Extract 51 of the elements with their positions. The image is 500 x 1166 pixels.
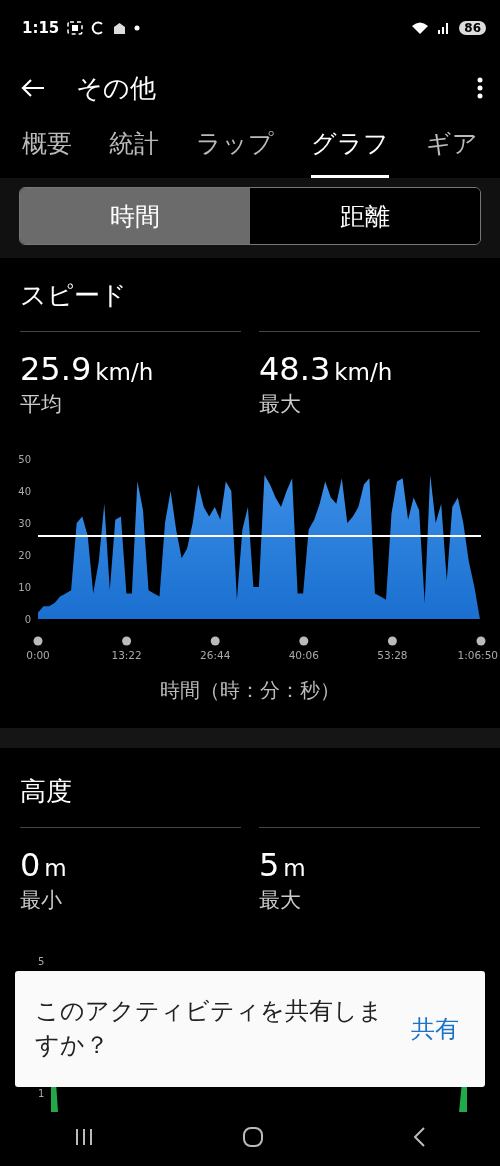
section-title: 高度 bbox=[20, 775, 73, 808]
y-tick-label: 50 bbox=[18, 454, 31, 465]
screenshot-icon bbox=[67, 21, 84, 35]
stat-label: 最大 bbox=[259, 887, 302, 914]
stat-value: 25.9 bbox=[20, 350, 92, 388]
tick-dot bbox=[476, 636, 486, 646]
tick-dot bbox=[33, 636, 43, 646]
stat-unit: km/h bbox=[95, 359, 154, 385]
tick-dot bbox=[122, 636, 132, 646]
share-button[interactable]: 共有 bbox=[405, 1012, 465, 1046]
tick-dot bbox=[299, 636, 309, 646]
stat-label: 最小 bbox=[20, 887, 63, 914]
axis-title: 時間（時：分：秒） bbox=[159, 677, 341, 704]
x-tick-label: 0:00 bbox=[26, 649, 50, 661]
more-menu-button[interactable] bbox=[476, 76, 484, 100]
y-tick-label: 30 bbox=[18, 518, 31, 529]
stat-label: 平均 bbox=[20, 391, 63, 418]
stat-value: 0 bbox=[20, 846, 41, 884]
y-tick-label: 40 bbox=[18, 486, 31, 497]
tick-dot bbox=[387, 636, 397, 646]
status-time: 1:15 bbox=[22, 19, 60, 37]
stat-value: 48.3 bbox=[259, 350, 331, 388]
y-tick-label: 20 bbox=[18, 550, 31, 561]
tab[interactable]: 統計 bbox=[109, 120, 159, 178]
tab[interactable]: 概要 bbox=[22, 120, 72, 178]
screen-title: その他 bbox=[76, 71, 157, 105]
y-tick-label: 5 bbox=[38, 956, 45, 967]
x-tick-label: 1:06:50 bbox=[457, 649, 498, 661]
y-tick-label: 0 bbox=[24, 614, 31, 625]
x-tick-label: 13:22 bbox=[111, 649, 142, 661]
section-title: スピード bbox=[20, 279, 128, 312]
stat-unit: m bbox=[44, 855, 67, 881]
segment-button[interactable]: 時間 bbox=[20, 188, 250, 244]
dot-icon bbox=[134, 25, 141, 31]
tab[interactable]: ギア bbox=[426, 120, 478, 178]
x-tick-label: 40:06 bbox=[288, 649, 319, 661]
back-button[interactable] bbox=[20, 77, 46, 99]
segment-button[interactable]: 距離 bbox=[250, 188, 480, 244]
y-tick-label: 10 bbox=[18, 582, 31, 593]
snackbar-message: このアクティビティを共有しますか？ bbox=[35, 996, 384, 1061]
battery-level: 86 bbox=[459, 21, 486, 35]
stat-unit: m bbox=[283, 855, 306, 881]
y-tick-label: 1 bbox=[38, 1088, 45, 1099]
x-tick-label: 26:44 bbox=[200, 649, 231, 661]
wifi-icon bbox=[411, 21, 430, 35]
tick-dot bbox=[210, 636, 220, 646]
stat-label: 最大 bbox=[259, 391, 302, 418]
stat-value: 5 bbox=[259, 846, 280, 884]
x-tick-label: 53:28 bbox=[377, 649, 408, 661]
stat-unit: km/h bbox=[334, 359, 393, 385]
tab[interactable]: ラップ bbox=[196, 120, 274, 178]
